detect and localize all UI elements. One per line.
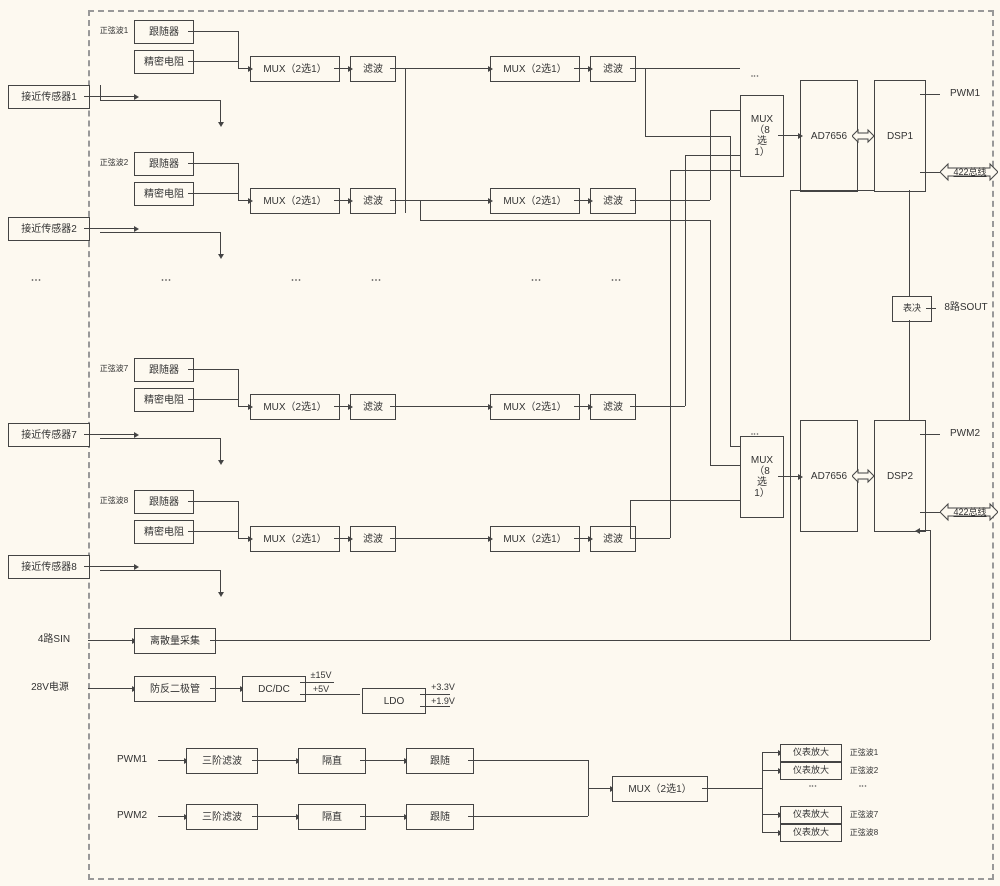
- dsp2: DSP2: [874, 420, 926, 532]
- ellipsis-e: ⋮: [610, 275, 621, 335]
- ellipsis-d: ⋮: [530, 275, 541, 335]
- pwm1-dcblock: 隔直: [298, 748, 366, 774]
- power-19v: +1.9V: [424, 694, 462, 708]
- pwm2-lpf: 三阶滤波: [186, 804, 258, 830]
- ext-sensor2: 接近传感器2: [8, 217, 90, 241]
- in-28v: 28V电源: [16, 680, 84, 696]
- sine8-label: 正弦波8: [96, 494, 132, 508]
- adc2-dsp2-arrow: [852, 468, 874, 484]
- ch2-mux-b: MUX（2选1）: [490, 188, 580, 214]
- ch1-follower: 跟随器: [134, 20, 194, 44]
- dsp1: DSP1: [874, 80, 926, 192]
- in-pwm1: PWM1: [110, 752, 154, 768]
- sine2-label: 正弦波2: [96, 156, 132, 170]
- in-sin4: 4路SIN: [24, 632, 84, 648]
- ellipsis-b: ⋮: [290, 275, 301, 335]
- out-pwm1: PWM1: [940, 86, 990, 102]
- sine-out7: 正弦波7: [842, 808, 886, 822]
- pwm-mux: MUX（2选1）: [612, 776, 708, 802]
- ext-sensor8: 接近传感器8: [8, 555, 90, 579]
- pwm1-lpf: 三阶滤波: [186, 748, 258, 774]
- ch8-mux-a: MUX（2选1）: [250, 526, 340, 552]
- ch1-mux-a: MUX（2选1）: [250, 56, 340, 82]
- ch1-filter-b: 滤波: [590, 56, 636, 82]
- amp7: 仪表放大: [780, 806, 842, 824]
- ch2-res: 精密电阻: [134, 182, 194, 206]
- power-33v: +3.3V: [424, 680, 462, 694]
- ch8-follower: 跟随器: [134, 490, 194, 514]
- adc1-dsp1-arrow: [852, 128, 874, 144]
- ch8-res: 精密电阻: [134, 520, 194, 544]
- diagram-canvas: 正弦波1 跟随器 精密电阻 接近传感器1 MUX（2选1） 滤波 MUX（2选1…: [0, 0, 1000, 886]
- sine-out8: 正弦波8: [842, 826, 886, 840]
- ch7-filter-b: 滤波: [590, 394, 636, 420]
- ellipsis-a: ⋮: [160, 275, 171, 335]
- ext-sensor1: 接近传感器1: [8, 85, 90, 109]
- ch2-filter-b: 滤波: [590, 188, 636, 214]
- ch7-filter-a: 滤波: [350, 394, 396, 420]
- ch7-res: 精密电阻: [134, 388, 194, 412]
- sine-out-ellipsis: ⋮: [858, 782, 867, 804]
- ellipsis-mux1: ⋮: [750, 72, 759, 96]
- sine7-label: 正弦波7: [96, 362, 132, 376]
- pwm2-follow: 跟随: [406, 804, 474, 830]
- ch1-res: 精密电阻: [134, 50, 194, 74]
- ch7-mux-b: MUX（2选1）: [490, 394, 580, 420]
- ch8-filter-a: 滤波: [350, 526, 396, 552]
- mux8-1-upper: MUX （8 选 1）: [740, 95, 784, 177]
- pwm1-follow: 跟随: [406, 748, 474, 774]
- ch1-filter-a: 滤波: [350, 56, 396, 82]
- ch2-filter-a: 滤波: [350, 188, 396, 214]
- adc-lower: AD7656: [800, 420, 858, 532]
- sine-out2: 正弦波2: [842, 764, 886, 778]
- ch2-mux-a: MUX（2选1）: [250, 188, 340, 214]
- amp1: 仪表放大: [780, 744, 842, 762]
- sine1-label: 正弦波1: [96, 24, 132, 38]
- ch1-mux-b: MUX（2选1）: [490, 56, 580, 82]
- pwm2-dcblock: 隔直: [298, 804, 366, 830]
- mux8-1-lower: MUX （8 选 1）: [740, 436, 784, 518]
- amp2: 仪表放大: [780, 762, 842, 780]
- ellipsis-left: ⋮: [30, 275, 41, 335]
- out-422-2: 422总线: [948, 506, 992, 518]
- ch2-follower: 跟随器: [134, 152, 194, 176]
- ch8-mux-b: MUX（2选1）: [490, 526, 580, 552]
- ch7-follower: 跟随器: [134, 358, 194, 382]
- power-dcdc: DC/DC: [242, 676, 306, 702]
- ch7-mux-a: MUX（2选1）: [250, 394, 340, 420]
- sine-out1: 正弦波1: [842, 746, 886, 760]
- power-diode: 防反二极管: [134, 676, 216, 702]
- ellipsis-c: ⋮: [370, 275, 381, 335]
- power-ldo: LDO: [362, 688, 426, 714]
- ext-sensor7: 接近传感器7: [8, 423, 90, 447]
- power-15v: ±15V: [304, 668, 338, 682]
- voter: 表决: [892, 296, 932, 322]
- out-pwm2: PWM2: [940, 426, 990, 442]
- adc-upper: AD7656: [800, 80, 858, 192]
- amp8: 仪表放大: [780, 824, 842, 842]
- discrete-block: 离散量采集: [134, 628, 216, 654]
- out-422-1: 422总线: [948, 166, 992, 178]
- in-pwm2: PWM2: [110, 808, 154, 824]
- power-5v: +5V: [304, 682, 338, 696]
- out-sout8: 8路SOUT: [936, 300, 996, 316]
- amp-ellipsis: ⋮: [808, 782, 817, 804]
